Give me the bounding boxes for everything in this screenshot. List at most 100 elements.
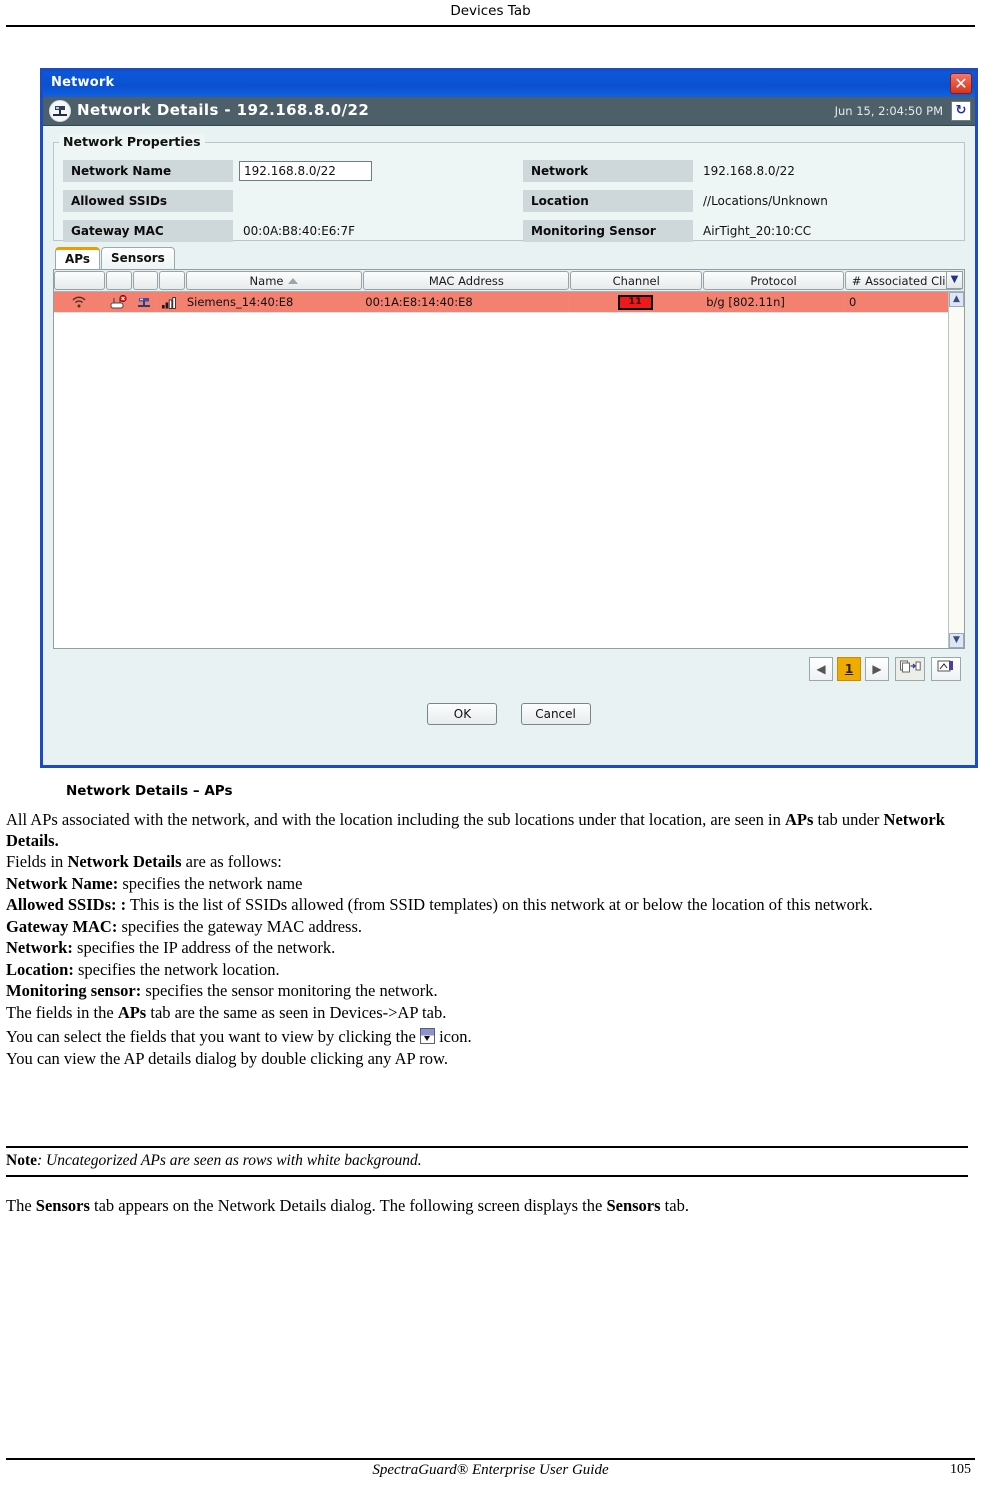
label-monitoring-sensor: Monitoring Sensor — [523, 220, 693, 242]
text-run: This is the list of SSIDs allowed (from … — [126, 895, 873, 914]
footer-guide-title: SpectraGuard® Enterprise User Guide — [372, 1462, 609, 1478]
page-number-button[interactable]: 1 — [837, 657, 861, 681]
column-header-mac-address[interactable]: MAC Address — [363, 271, 570, 290]
text-run: All APs associated with the network, and… — [6, 810, 785, 829]
text-run: specifies the network name — [118, 873, 303, 893]
text-bold: Allowed SSIDs: : — [6, 895, 127, 914]
body-text-block-1: All APs associated with the network, and… — [6, 810, 968, 1070]
copy-to-clipboard-icon[interactable] — [895, 657, 925, 681]
column-header-blank-2[interactable] — [106, 271, 132, 290]
text-run: The fields in the — [6, 1002, 118, 1022]
footer-page-number: 105 — [950, 1462, 971, 1477]
text-bold: Gateway MAC: — [6, 916, 118, 936]
text-run: specifies the IP address of the network. — [72, 938, 336, 957]
window-toolbar: Network Details - 192.168.8.0/22 Jun 15,… — [43, 97, 975, 126]
text-bold: APs — [117, 1002, 147, 1022]
cell-name: Siemens_14:40:E8 — [183, 292, 362, 312]
column-header-blank-4[interactable] — [159, 271, 185, 290]
column-header-name[interactable]: Name — [185, 271, 363, 290]
cell-sensor-icon — [131, 292, 158, 312]
text-bold: Network: — [6, 938, 73, 957]
column-header-blank-3[interactable] — [132, 271, 159, 290]
page-header-title: Devices Tab — [450, 3, 531, 19]
network-details-window: Network ✕ Network Details - 192.168.8.0/… — [40, 68, 978, 768]
text-run: tab are the same as seen in Devices->AP … — [146, 1002, 447, 1022]
paragraph-select-fields: You can select the fields that you want … — [6, 1027, 968, 1048]
paragraph-aps-tab-fields: The fields in the APs tab are the same a… — [6, 1003, 968, 1024]
label-network: Network — [523, 160, 693, 182]
pagination-bar: ◀ 1 ▶ — [53, 649, 965, 689]
cell-signal-icon — [54, 292, 106, 312]
text-run: specifies the network location. — [73, 959, 280, 979]
value-gateway-mac: 00:0A:B8:40:E6:7F — [243, 224, 356, 238]
column-header-channel[interactable]: Channel — [570, 271, 702, 290]
paragraph-fields-in: Fields in Network Details are as follows… — [6, 852, 968, 873]
text-run: icon. — [434, 1027, 472, 1046]
ok-button[interactable]: OK — [427, 703, 498, 725]
cell-channel: 11 — [569, 292, 703, 312]
window-title: Network — [51, 75, 115, 90]
signal-bars-icon — [162, 296, 177, 309]
paragraph-network-name: Network Name: specifies the network name — [6, 874, 968, 895]
text-run: specifies the sensor monitoring the netw… — [141, 981, 438, 1000]
prev-page-button[interactable]: ◀ — [809, 657, 833, 681]
text-bold: Sensors — [35, 1196, 90, 1215]
cell-protocol: b/g [802.11n] — [702, 292, 845, 312]
column-selector-inline-icon — [419, 1028, 435, 1044]
cell-strength-icon — [157, 292, 183, 312]
page-footer: SpectraGuard® Enterprise User Guide 105 — [0, 1462, 981, 1488]
network-properties-legend: Network Properties — [59, 134, 205, 149]
property-row-location: Location //Locations/Unknown — [523, 190, 828, 212]
network-name-input[interactable] — [239, 161, 372, 181]
property-row-network-name: Network Name — [63, 160, 372, 182]
header-divider — [6, 25, 975, 27]
close-icon[interactable]: ✕ — [950, 73, 972, 94]
cancel-button[interactable]: Cancel — [520, 703, 591, 725]
text-run: specifies the gateway MAC address. — [117, 916, 363, 936]
tabbar: APs Sensors — [55, 247, 975, 269]
column-selector-icon[interactable]: ▼ — [946, 271, 963, 289]
column-header-blank-1[interactable] — [54, 271, 106, 290]
text-run: You can select the fields that you want … — [6, 1027, 420, 1046]
cell-associated-clients: 0 — [845, 292, 964, 312]
tab-aps[interactable]: APs — [55, 247, 101, 269]
paragraph-gateway-mac: Gateway MAC: specifies the gateway MAC a… — [6, 917, 968, 938]
cell-mac-address: 00:1A:E8:14:40:E8 — [361, 292, 570, 312]
text-run: tab. — [660, 1196, 689, 1215]
value-monitoring-sensor: AirTight_20:10:CC — [703, 224, 812, 238]
scroll-up-icon[interactable]: ▲ — [949, 292, 964, 307]
paragraph-double-click: You can view the AP details dialog by do… — [6, 1048, 448, 1068]
refresh-icon[interactable]: ↻ — [951, 101, 971, 121]
text-bold: Network Details — [67, 852, 182, 871]
table-row[interactable]: Siemens_14:40:E8 00:1A:E8:14:40:E8 11 b/… — [54, 292, 964, 313]
grid-header-row: Name MAC Address Channel Protocol # Asso… — [54, 270, 964, 292]
value-network: 192.168.8.0/22 — [703, 164, 795, 178]
label-network-name: Network Name — [63, 160, 233, 182]
scroll-down-icon[interactable]: ▼ — [949, 633, 964, 648]
rogue-ap-icon — [110, 294, 127, 308]
text-run: tab under — [813, 810, 884, 829]
tab-sensors[interactable]: Sensors — [101, 247, 175, 269]
paragraph-all-aps: All APs associated with the network, and… — [6, 810, 968, 851]
dialog-button-row: OK Cancel — [43, 689, 975, 743]
text-run: Fields in — [6, 852, 68, 871]
wifi-signal-icon — [72, 296, 86, 307]
network-properties-section: Network Properties Network Name Allowed … — [53, 134, 965, 242]
toolbar-title: Network Details - 192.168.8.0/22 — [77, 101, 370, 119]
text-run: are as follows: — [181, 852, 282, 871]
page-header: Devices Tab — [0, 0, 981, 26]
label-allowed-ssids: Allowed SSIDs — [63, 190, 233, 212]
grid-vertical-scrollbar[interactable]: ▲ ▼ — [948, 292, 964, 648]
text-run: tab appears on the Network Details dialo… — [89, 1196, 607, 1215]
column-header-protocol[interactable]: Protocol — [702, 271, 845, 290]
toolbar-timestamp: Jun 15, 2:04:50 PM — [834, 104, 943, 118]
text-run: The — [6, 1196, 36, 1215]
export-icon[interactable] — [931, 657, 961, 681]
note-box: Note: Uncategorized APs are seen as rows… — [6, 1146, 968, 1177]
body-text-block-2: The Sensors tab appears on the Network D… — [6, 1196, 968, 1218]
property-row-gateway-mac: Gateway MAC 00:0A:B8:40:E6:7F — [63, 220, 355, 242]
window-titlebar: Network ✕ — [43, 71, 975, 97]
footer-divider — [6, 1458, 975, 1460]
property-row-network: Network 192.168.8.0/22 — [523, 160, 795, 182]
next-page-button[interactable]: ▶ — [865, 657, 889, 681]
